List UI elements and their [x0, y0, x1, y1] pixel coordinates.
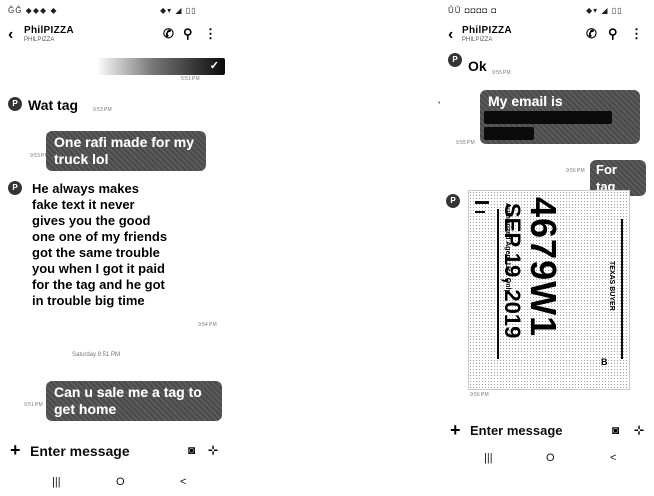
banner-timestamp: 5:51 PM [181, 76, 200, 82]
contact-avatar-icon[interactable]: P [8, 97, 22, 111]
received-message-1: Ok [468, 58, 487, 74]
sticker-icon[interactable]: ◙ [188, 443, 195, 457]
contact-subtitle: PHILPIZZA [24, 37, 55, 43]
message-line: in trouble big time [32, 293, 145, 308]
redaction-bar [484, 127, 534, 140]
more-options-icon[interactable]: ⋮ [630, 26, 643, 42]
send-icon[interactable]: ⊹ [634, 423, 644, 437]
contact-name: PhilPIZZA [24, 25, 74, 36]
tag-decoration [475, 211, 485, 213]
check-icon: ✓ [209, 60, 219, 72]
contact-subtitle: PHILPIZZA [462, 37, 493, 43]
message-line: you when I got it paid [32, 261, 165, 276]
message-timestamp: 9:56 PM [566, 168, 585, 174]
call-icon[interactable]: ✆ [163, 26, 174, 42]
more-options-icon[interactable]: ⋮ [204, 26, 217, 42]
contact-avatar-icon[interactable]: P [8, 181, 22, 195]
tag-decoration [497, 209, 499, 359]
tick-mark: • [438, 100, 441, 107]
status-bar-right-icons: ◆▾ ◢ ▯▯ [586, 6, 623, 15]
message-composer: + Enter message ◙ ⊹ [0, 440, 232, 464]
left-phone-screen: ĜĜ ◆◆◆ ◆ ◆▾ ◢ ▯▯ ‹ PhilPIZZA PHILPIZZA ✆… [0, 0, 232, 496]
nav-recents-button[interactable]: ||| [484, 452, 493, 464]
contact-avatar-icon[interactable]: P [448, 53, 462, 67]
message-line: gives you the good [32, 213, 151, 228]
tag-letter: B [601, 357, 608, 367]
message-line: fake text it never [32, 197, 135, 212]
status-bar-right-icons: ◆▾ ◢ ▯▯ [160, 6, 197, 15]
tag-expiration-date: SEP 19, 2019 [500, 203, 525, 339]
back-arrow-icon[interactable]: ‹ [448, 26, 453, 44]
received-message-2: He always makes fake text it never gives… [32, 181, 212, 309]
conversation-header: ‹ PhilPIZZA PHILPIZZA ✆ ⚲ ⋮ [0, 22, 232, 52]
redaction-bar [484, 111, 612, 124]
temporary-tag-image[interactable]: Authorized Agent Use Only SEP 19, 2019 4… [468, 190, 630, 390]
search-icon[interactable]: ⚲ [183, 26, 193, 42]
tag-state-text: TEXAS BUYER [608, 261, 615, 311]
date-divider: Saturday 9:51 PM [72, 352, 121, 358]
message-line: one one of my friends [32, 229, 168, 244]
nav-home-button[interactable]: O [116, 476, 125, 488]
nav-recents-button[interactable]: ||| [52, 476, 61, 488]
contact-name: PhilPIZZA [462, 25, 512, 36]
message-composer: + Enter message ◙ ⊹ [436, 420, 654, 444]
message-timestamp: 9:55 PM [492, 70, 511, 76]
tag-decoration [621, 219, 623, 359]
message-input[interactable]: Enter message [470, 423, 563, 438]
message-timestamp: 9:51 PM [24, 402, 43, 408]
bubble-text: My email is [488, 93, 563, 109]
add-attachment-icon[interactable]: + [10, 440, 21, 461]
call-icon[interactable]: ✆ [586, 26, 597, 42]
received-message-1: Wat tag [28, 97, 79, 113]
message-timestamp: 9:55 PM [456, 140, 475, 146]
message-line: got the same trouble [32, 245, 160, 260]
nav-home-button[interactable]: O [546, 452, 555, 464]
sent-image-strip[interactable]: ✓ [95, 58, 225, 75]
tag-decoration [475, 201, 489, 204]
add-attachment-icon[interactable]: + [450, 420, 461, 441]
status-bar-left-icons: ŮŮ ◘◘◘◘ ◘ [448, 6, 498, 15]
sent-message-bubble-1[interactable]: One rafi made for my truck lol [46, 131, 206, 171]
tag-number: 4679W1 [523, 197, 564, 338]
message-timestamp: 9:56 PM [470, 392, 489, 398]
message-timestamp: 9:53 PM [93, 107, 112, 113]
message-line: He always makes [32, 181, 139, 196]
conversation-header: ‹ PhilPIZZA PHILPIZZA ✆ ⚲ ⋮ [436, 22, 654, 52]
contact-avatar-icon[interactable]: P [446, 194, 460, 208]
nav-back-button[interactable]: < [610, 452, 616, 464]
back-arrow-icon[interactable]: ‹ [8, 26, 13, 44]
message-line: for the tag and he got [32, 277, 165, 292]
search-icon[interactable]: ⚲ [608, 26, 618, 42]
message-timestamp: 9:54 PM [198, 322, 217, 328]
status-bar-left-icons: ĜĜ ◆◆◆ ◆ [8, 6, 58, 15]
nav-back-button[interactable]: < [180, 476, 186, 488]
screenshot-stage: ĜĜ ◆◆◆ ◆ ◆▾ ◢ ▯▯ ‹ PhilPIZZA PHILPIZZA ✆… [0, 0, 654, 496]
send-icon[interactable]: ⊹ [208, 443, 218, 457]
sent-message-bubble-2[interactable]: Can u sale me a tag to get home [46, 381, 222, 421]
sticker-icon[interactable]: ◙ [612, 423, 619, 437]
message-input[interactable]: Enter message [30, 443, 130, 459]
